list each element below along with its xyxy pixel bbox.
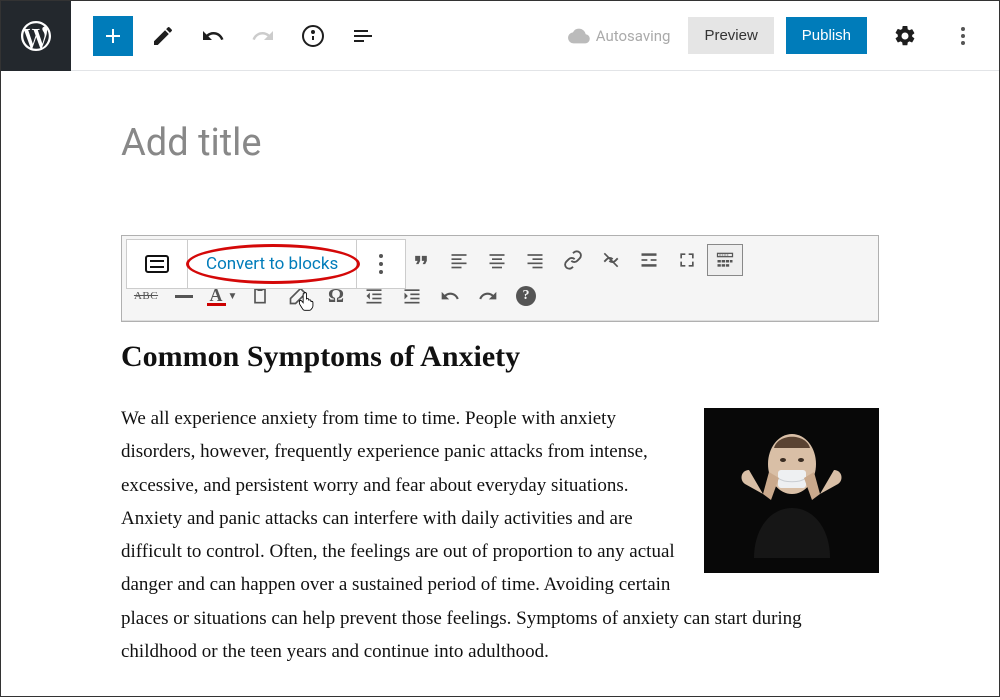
- hr-icon: [175, 295, 193, 298]
- undo-button[interactable]: [193, 16, 233, 56]
- post-content[interactable]: Common Symptoms of Anxiety: [121, 322, 879, 680]
- link-button[interactable]: [555, 244, 591, 276]
- dot-icon: [379, 254, 383, 258]
- block-toolbar: Convert to blocks: [126, 239, 406, 289]
- read-more-icon: [639, 250, 659, 270]
- anxiety-photo-placeholder: [704, 408, 879, 573]
- align-left-icon: [449, 250, 469, 270]
- unlink-button[interactable]: [593, 244, 629, 276]
- plus-icon: [101, 24, 125, 48]
- editor-topbar: Autosaving Preview Publish: [1, 1, 999, 71]
- align-center-icon: [487, 250, 507, 270]
- undo-tm-button[interactable]: [432, 280, 468, 312]
- more-menu-button[interactable]: [943, 16, 983, 56]
- link-icon: [563, 250, 583, 270]
- content-heading: Common Symptoms of Anxiety: [121, 340, 879, 374]
- fullscreen-button[interactable]: [669, 244, 705, 276]
- info-button[interactable]: [293, 16, 333, 56]
- edit-tool-button[interactable]: [143, 16, 183, 56]
- autosaving-label: Autosaving: [596, 27, 671, 45]
- unlink-icon: [601, 250, 621, 270]
- insert-more-button[interactable]: [631, 244, 667, 276]
- blockquote-button[interactable]: [403, 244, 439, 276]
- help-tm-button[interactable]: ?: [508, 280, 544, 312]
- redo-icon: [251, 24, 275, 48]
- publish-button[interactable]: Publish: [786, 17, 867, 54]
- settings-button[interactable]: [885, 16, 925, 56]
- convert-to-blocks-label: Convert to blocks: [206, 254, 338, 274]
- block-more-button[interactable]: [357, 240, 405, 288]
- chevron-down-icon: ▼: [228, 291, 238, 302]
- keyboard-icon: [145, 255, 169, 273]
- pencil-icon: [151, 24, 175, 48]
- post-title-input[interactable]: Add title: [121, 121, 879, 165]
- cursor-pointer-icon: [297, 291, 315, 316]
- preview-button[interactable]: Preview: [688, 17, 773, 54]
- align-left-button[interactable]: [441, 244, 477, 276]
- help-icon: ?: [516, 286, 536, 306]
- kitchen-sink-icon: [715, 250, 735, 270]
- redo-icon: [478, 286, 498, 306]
- annotation-circle: [186, 244, 360, 284]
- align-right-icon: [525, 250, 545, 270]
- textcolor-icon: A: [207, 287, 226, 306]
- editor-left-tools: [71, 16, 383, 56]
- editor-right-tools: Autosaving Preview Publish: [568, 16, 983, 56]
- content-body: We all experience anxiety from time to t…: [121, 402, 879, 668]
- clipboard-icon: [250, 286, 270, 306]
- align-center-button[interactable]: [479, 244, 515, 276]
- undo-icon: [440, 286, 460, 306]
- convert-to-blocks-button[interactable]: Convert to blocks: [188, 240, 357, 288]
- undo-icon: [201, 24, 225, 48]
- classic-block-icon-button[interactable]: [127, 240, 188, 288]
- redo-button[interactable]: [243, 16, 283, 56]
- dot-icon: [379, 270, 383, 274]
- dot-icon: [961, 27, 965, 31]
- cloud-icon: [568, 25, 590, 47]
- content-image: [704, 408, 879, 573]
- outdent-icon: [364, 286, 384, 306]
- fullscreen-icon: [677, 250, 697, 270]
- quote-icon: [411, 250, 431, 270]
- toolbar-toggle-button[interactable]: [707, 244, 743, 276]
- editor-area: Add title Convert to blocks Paragraph B …: [1, 71, 999, 700]
- redo-tm-button[interactable]: [470, 280, 506, 312]
- autosaving-status: Autosaving: [568, 25, 671, 47]
- add-block-button[interactable]: [93, 16, 133, 56]
- dot-icon: [379, 262, 383, 266]
- wordpress-icon: [18, 18, 54, 54]
- content-paragraph: We all experience anxiety from time to t…: [121, 408, 802, 662]
- strikethrough-icon: ABC: [134, 290, 158, 302]
- align-right-button[interactable]: [517, 244, 553, 276]
- indent-icon: [402, 286, 422, 306]
- dot-icon: [961, 41, 965, 45]
- wp-logo[interactable]: [1, 1, 71, 71]
- gear-icon: [893, 24, 917, 48]
- info-icon: [301, 24, 325, 48]
- outline-icon: [351, 24, 375, 48]
- dot-icon: [961, 34, 965, 38]
- outline-button[interactable]: [343, 16, 383, 56]
